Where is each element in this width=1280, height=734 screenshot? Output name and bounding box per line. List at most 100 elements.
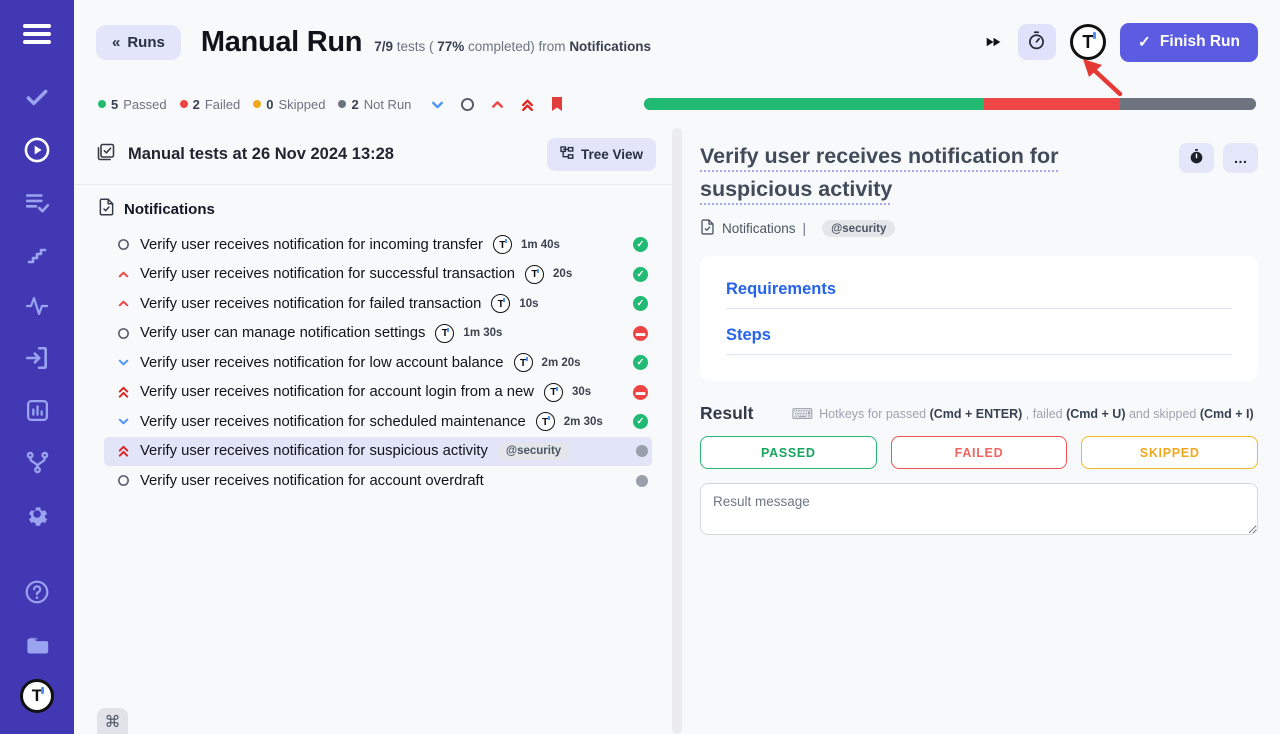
status-failed-icon: ▬ [633,385,648,400]
test-duration: 20s [553,268,572,280]
breadcrumb-folder[interactable]: Notifications [722,221,796,236]
file-check-icon [98,198,115,220]
activity-pulse-icon[interactable] [0,280,74,332]
reports-chart-icon[interactable] [0,384,74,436]
skipped-button[interactable]: SKIPPED [1081,436,1258,469]
detail-more-button[interactable]: … [1223,143,1258,173]
test-title: Verify user receives notification for ac… [140,473,484,489]
app-window: T « Runs Manual Run 7/9 tests ( 77% comp… [0,0,1280,734]
passed-button[interactable]: PASSED [700,436,877,469]
projects-folder-icon[interactable] [0,618,74,670]
test-rows: Verify user receives notification for in… [74,228,672,496]
menu-icon[interactable] [0,10,74,58]
passed-dot-icon [98,100,106,108]
import-icon[interactable] [0,332,74,384]
test-tag[interactable]: @security [497,443,570,460]
testomat-badge-icon: T [435,324,454,343]
settings-gear-icon[interactable] [0,488,74,540]
test-row[interactable]: Verify user receives notification for su… [104,260,652,290]
run-progress-summary: 7/9 tests ( 77% completed) from Notifica… [374,30,651,54]
testomat-badge-icon: T [525,265,544,284]
runs-play-icon[interactable] [0,124,74,176]
help-icon[interactable] [0,566,74,618]
test-row[interactable]: Verify user receives notification for ac… [104,466,652,496]
cmd-key-badge[interactable]: ⌘ [97,708,128,734]
test-title: Verify user receives notification for lo… [140,355,504,371]
test-row[interactable]: Verify user can manage notification sett… [104,319,652,349]
detail-card: Requirements Steps [700,256,1258,381]
test-row[interactable]: Verify user receives notification for su… [104,437,652,467]
tree-view-button[interactable]: Tree View [547,138,656,171]
suite-folder-row[interactable]: Notifications [74,185,672,228]
test-list-panel: Manual tests at 26 Nov 2024 13:28 Tree V… [74,124,672,734]
app-logo[interactable]: T [0,670,74,722]
chevrons-up-icon [116,444,130,458]
test-title: Verify user receives notification for fa… [140,296,481,312]
progress-segment-passed [644,98,984,110]
failed-button[interactable]: FAILED [891,436,1068,469]
test-row[interactable]: Verify user receives notification for ac… [104,378,652,408]
testomat-badge-icon: T [544,383,563,402]
chevron-up-filter-icon[interactable] [490,97,505,112]
test-row[interactable]: Verify user receives notification for fa… [104,289,652,319]
requirements-section-link[interactable]: Requirements [726,280,1232,309]
breadcrumb-tag[interactable]: @security [822,220,895,237]
chevrons-left-icon: « [112,34,120,51]
not-run-count: 2Not Run [338,97,411,112]
detail-actions: … [1179,140,1258,206]
test-row[interactable]: Verify user receives notification for sc… [104,407,652,437]
status-passed-icon: ✓ [633,414,648,429]
test-duration: 10s [519,298,538,310]
progress-segment-failed [984,98,1120,110]
steps-icon[interactable] [0,228,74,280]
testomat-badge-icon: T [514,353,533,372]
chevron-down-filter-icon[interactable] [430,97,445,112]
branches-icon[interactable] [0,436,74,488]
test-detail-panel: Verify user receives notification for su… [682,124,1280,734]
status-failed-icon: ▬ [633,326,648,341]
status-not-run-icon [636,475,648,487]
test-duration: 2m 20s [542,357,581,369]
chevron-down-icon [116,356,130,369]
test-title: Verify user receives notification for ac… [140,384,534,400]
test-title: Verify user can manage notification sett… [140,325,425,341]
circle-filter-icon[interactable] [460,97,475,112]
result-header: Result ⌨ Hotkeys for passed (Cmd + ENTER… [700,403,1258,424]
test-detail-title[interactable]: Verify user receives notification for su… [700,140,1169,206]
file-check-icon [700,219,715,238]
main-area: « Runs Manual Run 7/9 tests ( 77% comple… [74,0,1280,734]
timer-button[interactable] [1018,24,1056,60]
keyboard-icon: ⌨ [791,405,813,423]
stopwatch-icon [1026,30,1047,54]
back-to-runs-button[interactable]: « Runs [96,25,181,60]
progress-segment-not-run [1120,98,1256,110]
back-to-runs-label: Runs [127,34,165,51]
circle-icon [116,474,130,487]
result-message-input[interactable] [700,483,1258,535]
panel-resizer[interactable] [672,128,682,734]
test-title: Verify user receives notification for sc… [140,414,526,430]
tree-view-label: Tree View [581,147,643,162]
detail-timer-button[interactable] [1179,143,1214,173]
chevrons-up-icon [116,385,130,399]
account-logo-icon[interactable]: T [1070,24,1106,60]
run-title: Manual tests at 26 Nov 2024 13:28 [128,145,394,164]
test-row[interactable]: Verify user receives notification for in… [104,230,652,260]
skipped-count: 0Skipped [253,97,325,112]
skipped-dot-icon [253,100,261,108]
bookmark-filter-icon[interactable] [550,96,564,112]
chevrons-up-filter-icon[interactable] [520,97,535,112]
status-row: 5Passed 2Failed 0Skipped 2Not Run [74,84,1280,124]
finish-run-button[interactable]: ✓ Finish Run [1120,23,1258,62]
status-passed-icon: ✓ [633,267,648,282]
test-row[interactable]: Verify user receives notification for lo… [104,348,652,378]
test-plans-icon[interactable] [0,176,74,228]
page-title: Manual Run [201,26,362,59]
test-duration: 30s [572,386,591,398]
fast-forward-icon[interactable] [983,33,1004,51]
result-label: Result [700,403,753,424]
tests-word: tests ( [393,39,437,54]
tests-check-icon[interactable] [0,72,74,124]
status-not-run-icon [636,445,648,457]
steps-section-link[interactable]: Steps [726,326,1232,355]
